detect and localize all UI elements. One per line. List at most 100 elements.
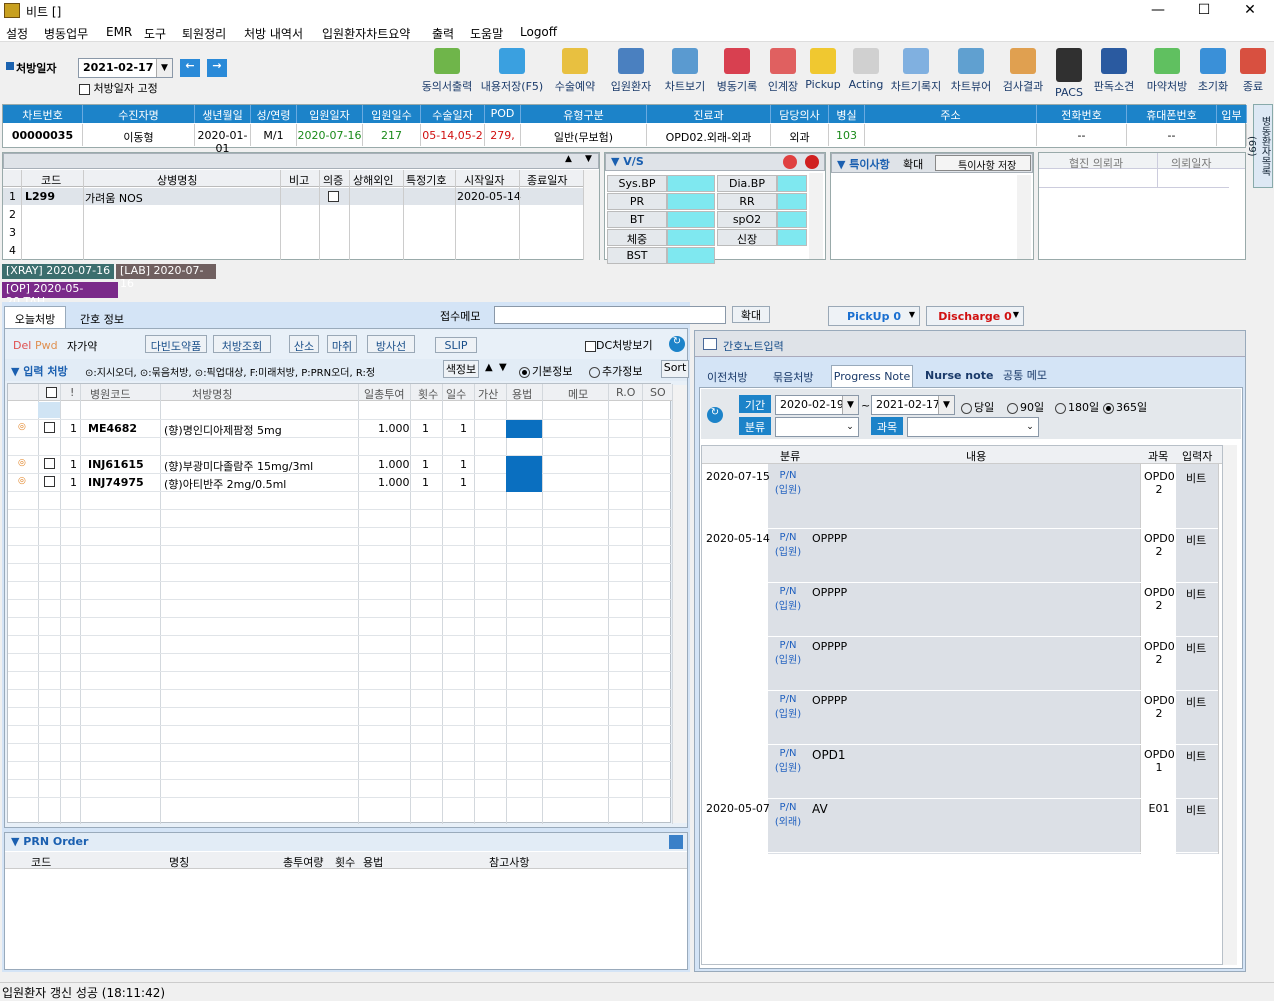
tab-nurse-note[interactable]: Nurse note [925, 369, 993, 382]
dx-row-name[interactable]: 가려움 NOS [85, 190, 143, 206]
discharge-dropdown[interactable]: Discharge 0 ▼ [926, 306, 1024, 326]
memo-expand-button[interactable]: 확대 [732, 306, 770, 323]
handover-button[interactable]: 인계장 [764, 46, 802, 98]
save-button[interactable]: 내용저장(F5) [480, 46, 544, 98]
category-select[interactable]: ⌄ [775, 417, 859, 437]
order-name[interactable]: (향)부광미다졸람주 15mg/3ml [164, 458, 313, 474]
vs-input[interactable] [777, 229, 807, 246]
tab-prev-rx[interactable]: 이전처방 [707, 369, 747, 385]
from-date-select[interactable]: 2020-02-19 ▼ [775, 395, 859, 415]
note-type[interactable]: P/N (입원) [772, 470, 804, 496]
down-arrow-icon[interactable]: ▼ [499, 362, 507, 373]
order-days[interactable]: 1 [460, 458, 467, 471]
pickup-button[interactable]: Pickup [804, 46, 842, 98]
note-content[interactable]: OPPPP [812, 532, 847, 545]
minimize-button[interactable]: — [1135, 0, 1181, 22]
to-date-select[interactable]: 2021-02-17 ▼ [871, 395, 955, 415]
menu-rx-history[interactable]: 처방 내역서 [244, 25, 303, 42]
order-name[interactable]: (향)명인디아제팜정 5mg [164, 422, 282, 438]
note-content[interactable]: AV [812, 802, 828, 816]
order-freq[interactable]: 1 [422, 476, 429, 489]
order-checkbox[interactable] [44, 458, 55, 469]
note-type[interactable]: P/N (입원) [772, 532, 804, 558]
ward-patient-list-tab[interactable]: 병동환자목록 (69) [1246, 104, 1273, 188]
order-code[interactable]: INJ74975 [88, 476, 144, 489]
dept-select[interactable]: ⌄ [907, 417, 1039, 437]
sort-button[interactable]: Sort [661, 360, 689, 378]
period-365-radio[interactable] [1103, 402, 1114, 414]
order-freq[interactable]: 1 [422, 422, 429, 435]
extra-info-radio[interactable] [589, 366, 600, 378]
note-type[interactable]: P/N (입원) [772, 640, 804, 666]
sort-up-icon[interactable]: ▲ [565, 154, 572, 164]
up-arrow-icon[interactable]: ▲ [485, 362, 493, 373]
dx-scrollbar[interactable] [583, 170, 599, 260]
narcotic-rx-button[interactable]: 마약처방 [1142, 46, 1192, 98]
self-med-label[interactable]: 자가약 [67, 338, 97, 354]
note-type[interactable]: P/N (외래) [772, 802, 804, 828]
vs-scrollbar[interactable] [809, 173, 823, 259]
slip-button[interactable]: SLIP [435, 337, 477, 353]
menu-chart-summary[interactable]: 입원환자차트요약 [322, 25, 410, 42]
chart-viewer-button[interactable]: 차트뷰어 [946, 46, 996, 98]
special-expand-button[interactable]: 확대 [903, 156, 923, 172]
order-usage-cell[interactable] [506, 474, 542, 492]
vs-input[interactable] [777, 175, 807, 192]
oxygen-button[interactable]: 산소 [289, 335, 319, 353]
vs-input[interactable] [667, 193, 715, 210]
note-refresh-icon[interactable]: ↻ [707, 407, 723, 423]
order-dose[interactable]: 1.000 [378, 422, 410, 435]
surgery-reservation-button[interactable]: 수술예약 [552, 46, 598, 98]
vs-input[interactable] [667, 175, 715, 192]
note-type[interactable]: P/N (입원) [772, 586, 804, 612]
order-dose[interactable]: 1.000 [378, 458, 410, 471]
special-save-button[interactable]: 특이사항 저장 [935, 155, 1031, 172]
rx-lookup-button[interactable]: 처방조회 [213, 335, 271, 353]
select-all-checkbox[interactable] [46, 387, 57, 398]
period-90-radio[interactable] [1007, 402, 1018, 414]
note-content[interactable]: OPD1 [812, 748, 846, 762]
period-180-radio[interactable] [1055, 402, 1066, 414]
menu-tools[interactable]: 도구 [144, 25, 166, 42]
next-date-arrow-icon[interactable]: → [207, 59, 227, 77]
order-freq[interactable]: 1 [422, 458, 429, 471]
tab-common-memo[interactable]: 공통 메모 [1003, 367, 1047, 383]
note-content[interactable]: OPPPP [812, 694, 847, 707]
note-type[interactable]: P/N (입원) [772, 748, 804, 774]
consent-print-button[interactable]: 동의서출력 [418, 46, 476, 98]
order-code[interactable]: INJ61615 [88, 458, 144, 471]
order-checkbox[interactable] [44, 476, 55, 487]
pacs-button[interactable]: PACS [1050, 46, 1088, 99]
radiology-button[interactable]: 방사선 [367, 335, 415, 353]
dx-row-code[interactable]: L299 [25, 190, 55, 203]
tab-nursing-info[interactable]: 간호 정보 [70, 310, 134, 328]
inpatient-button[interactable]: 입원환자 [608, 46, 654, 98]
lab-tag[interactable]: [LAB] 2020-07-16 [116, 264, 216, 290]
vs-input[interactable] [667, 211, 715, 228]
vs-graph-icon[interactable] [783, 155, 797, 169]
refresh-icon[interactable]: ↻ [669, 336, 685, 352]
menu-logoff[interactable]: Logoff [520, 25, 557, 39]
order-code[interactable]: ME4682 [88, 422, 137, 435]
order-scrollbar[interactable] [673, 385, 687, 823]
prev-date-arrow-icon[interactable]: ← [180, 59, 200, 77]
tab-today-rx[interactable]: 오늘처방 [4, 306, 66, 328]
test-results-button[interactable]: 검사결과 [998, 46, 1048, 98]
acting-button[interactable]: Acting [846, 46, 886, 98]
menu-ward[interactable]: 병동업무 [44, 25, 88, 42]
tab-bundle-rx[interactable]: 묶음처방 [773, 369, 813, 385]
rx-date-fix-checkbox[interactable] [79, 83, 90, 95]
tab-progress-note[interactable]: Progress Note [831, 365, 913, 387]
del-button[interactable]: Del [13, 339, 31, 352]
ward-record-button[interactable]: 병동기록 [712, 46, 762, 98]
menu-print[interactable]: 출력 [432, 25, 454, 42]
order-name[interactable]: (향)아티반주 2mg/0.5ml [164, 476, 286, 492]
vs-input[interactable] [777, 211, 807, 228]
dx-suspect-checkbox[interactable] [328, 191, 339, 202]
order-days[interactable]: 1 [460, 422, 467, 435]
exit-button[interactable]: 종료 [1236, 46, 1270, 98]
order-checkbox[interactable] [44, 422, 55, 433]
menu-emr[interactable]: EMR [106, 25, 132, 39]
note-type[interactable]: P/N (입원) [772, 694, 804, 720]
rx-date-select[interactable]: 2021-02-17 ▼ [78, 58, 173, 78]
